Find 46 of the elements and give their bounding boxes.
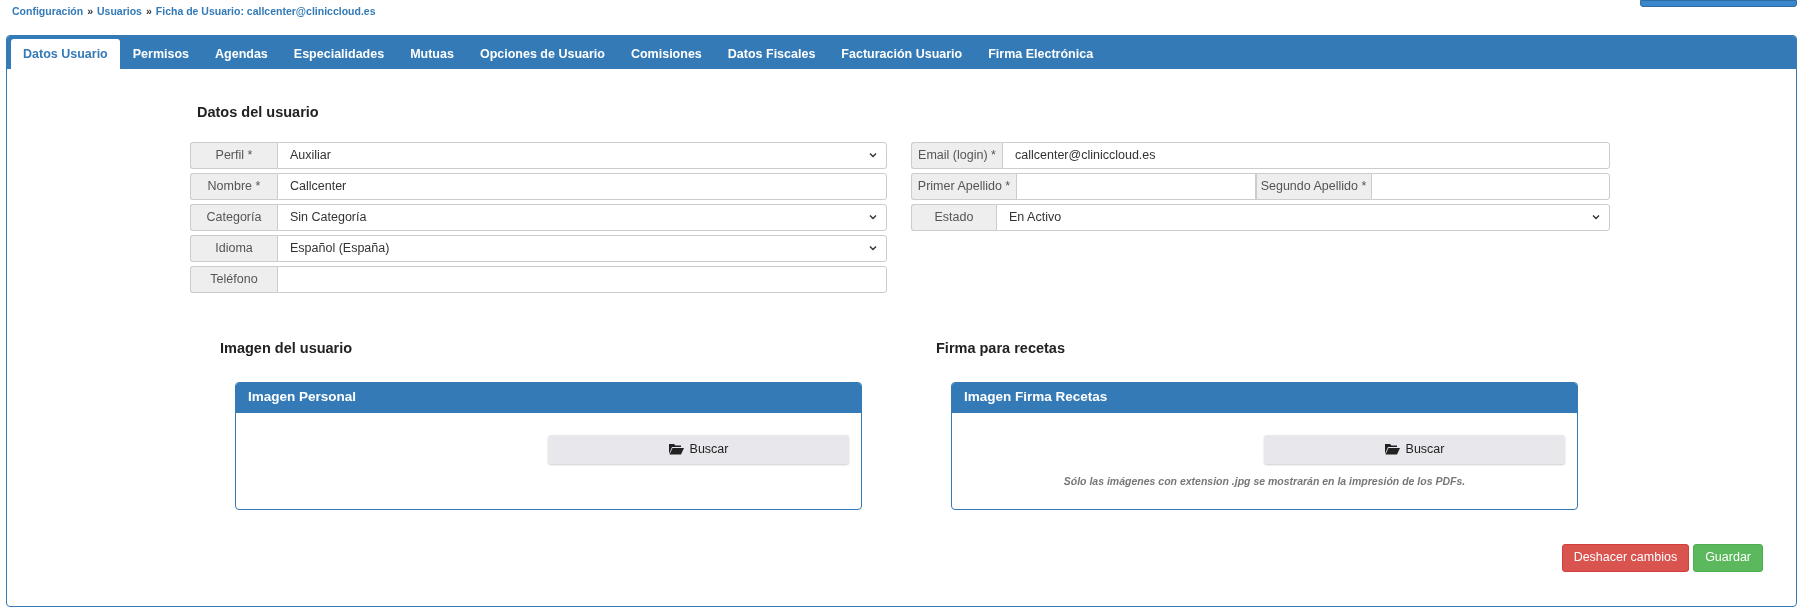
tab[interactable]: Comisiones [617, 39, 715, 69]
input-field[interactable] [1370, 172, 1610, 200]
field-label: Segundo Apellido * [1255, 172, 1371, 200]
note-text: Sólo las imágenes con extension .jpg se mostrarán en la impresión de los PDFs. [1062, 473, 1467, 489]
save-button[interactable]: Guardar [1693, 543, 1763, 572]
breadcrumb-link[interactable]: Usuarios [97, 3, 142, 20]
select-field[interactable]: Español (España) [277, 234, 887, 262]
field-label: Idioma [190, 234, 277, 262]
breadcrumb-separator: » [145, 3, 152, 19]
tab[interactable]: Facturación Usuario [828, 39, 976, 69]
section-heading: Imagen del usuario [219, 338, 354, 358]
tab[interactable]: Opciones de Usuario [466, 39, 618, 69]
tab[interactable]: Mutuas [397, 39, 467, 69]
tab[interactable]: Datos Usuario [11, 39, 120, 69]
field-label: Estado [911, 203, 996, 231]
panel-header: Imagen Personal [236, 382, 861, 413]
tab[interactable]: Especialidades [280, 39, 398, 69]
top-button[interactable] [1640, 0, 1797, 7]
section-heading: Firma para recetas [935, 338, 1066, 358]
field-label: Teléfono [190, 265, 277, 293]
folder-icon [1384, 443, 1400, 455]
browse-button[interactable]: Buscar [1264, 434, 1565, 464]
section-heading: Datos del usuario [196, 103, 320, 122]
field-label: Nombre * [190, 172, 277, 200]
tab[interactable]: Datos Fiscales [714, 39, 829, 69]
folder-icon [668, 443, 684, 455]
breadcrumb-separator: » [87, 3, 93, 19]
input-field[interactable] [277, 265, 887, 293]
tab[interactable]: Permisos [119, 39, 203, 69]
breadcrumb-link[interactable]: Configuración [12, 3, 84, 20]
breadcrumb-link[interactable]: Ficha de Usuario: callcenter@cliniccloud.es [155, 3, 376, 20]
undo-button[interactable]: Deshacer cambios [1561, 543, 1690, 572]
field-label: Categoría [190, 203, 277, 231]
input-field[interactable]: Callcenter [277, 172, 887, 200]
field-label: Primer Apellido * [911, 172, 1016, 200]
select-field[interactable]: En Activo [996, 203, 1610, 231]
field-label: Email (login) * [911, 141, 1002, 169]
select-field[interactable]: Auxiliar [277, 141, 887, 169]
tab[interactable]: Firma Electrónica [975, 39, 1107, 69]
field-label: Perfil * [190, 141, 277, 169]
input-field[interactable]: callcenter@cliniccloud.es [1002, 141, 1610, 169]
select-field[interactable]: Sin Categoría [277, 203, 887, 231]
browse-button[interactable]: Buscar [548, 434, 849, 464]
input-field[interactable] [1016, 172, 1256, 200]
panel-header: Imagen Firma Recetas [952, 382, 1577, 413]
tab[interactable]: Agendas [202, 39, 281, 69]
